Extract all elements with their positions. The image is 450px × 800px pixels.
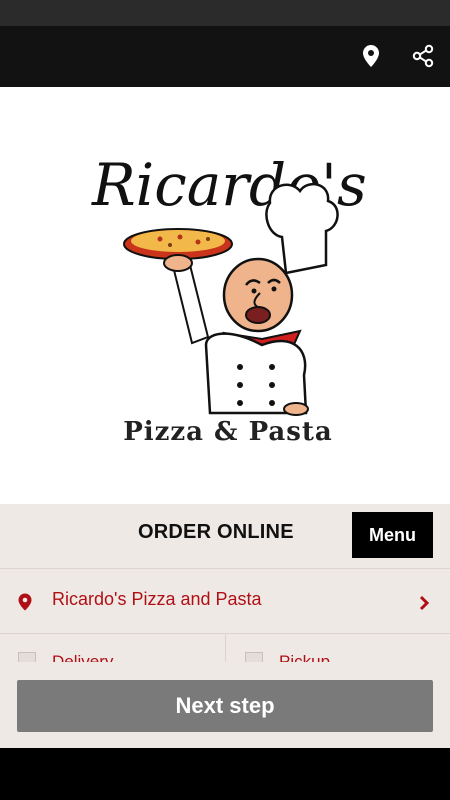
fulfillment-options: Delivery Pickup xyxy=(0,634,450,662)
location-name: Ricardo's Pizza and Pasta xyxy=(52,589,262,609)
delivery-checkbox[interactable] xyxy=(18,652,36,662)
pickup-option[interactable]: Pickup xyxy=(226,634,450,662)
share-icon[interactable] xyxy=(407,40,439,72)
delivery-option[interactable]: Delivery xyxy=(0,634,226,662)
pickup-label: Pickup xyxy=(279,652,331,662)
chevron-right-icon xyxy=(419,595,430,611)
system-navigation-bar xyxy=(0,748,450,800)
menu-button[interactable]: Menu xyxy=(352,512,433,558)
location-marker-icon xyxy=(18,593,32,611)
footer-bar: Next step xyxy=(0,662,450,748)
next-step-button[interactable]: Next step xyxy=(17,680,433,732)
status-bar xyxy=(0,0,450,26)
app-toolbar xyxy=(0,26,450,87)
logo-subtitle: Pizza & Pasta xyxy=(123,417,333,447)
delivery-label: Delivery xyxy=(52,652,114,662)
location-selector[interactable]: Ricardo's Pizza and Pasta xyxy=(0,569,450,634)
pickup-checkbox[interactable] xyxy=(245,652,263,662)
order-online-title: ORDER ONLINE xyxy=(138,521,294,543)
location-pin-icon[interactable] xyxy=(355,40,387,72)
order-header: ORDER ONLINE Menu xyxy=(0,504,450,569)
order-panel: ORDER ONLINE Menu Ricardo's Pizza and Pa… xyxy=(0,504,450,662)
restaurant-logo: Ricardo's Pizza & Pasta xyxy=(0,87,450,504)
